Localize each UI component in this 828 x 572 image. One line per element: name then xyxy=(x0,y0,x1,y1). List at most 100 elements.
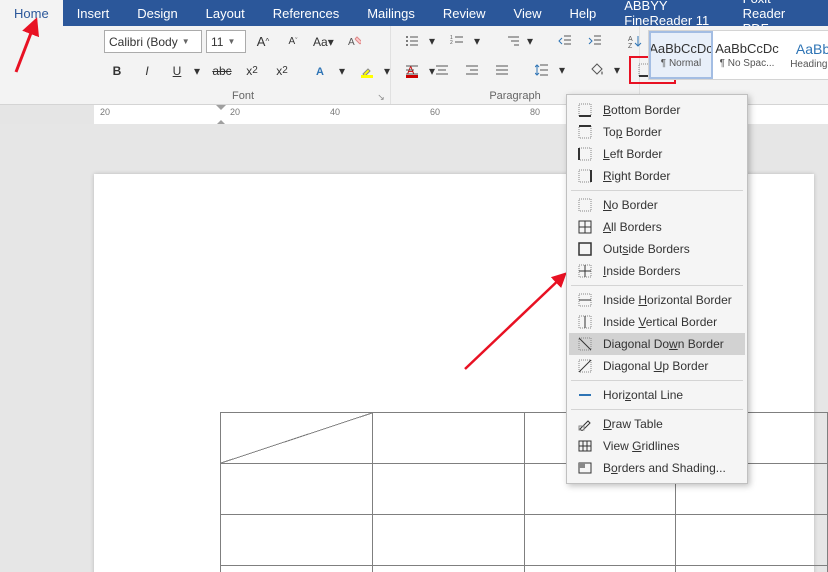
line-spacing-icon xyxy=(535,63,549,77)
menu-item-label: View Gridlines xyxy=(603,439,680,453)
menu-item-bottom[interactable]: Bottom Border xyxy=(569,99,745,121)
align-left-button[interactable] xyxy=(399,59,425,81)
shading-dropdown[interactable]: ▾ xyxy=(610,59,625,81)
superscript-button[interactable]: x2 xyxy=(269,60,295,82)
underline-dropdown[interactable]: ▾ xyxy=(190,60,205,82)
chevron-down-icon: ▾ xyxy=(384,64,390,78)
decrease-indent-button[interactable] xyxy=(552,30,578,52)
menu-item-ivert[interactable]: Inside Vertical Border xyxy=(569,311,745,333)
tab-help[interactable]: Help xyxy=(555,0,610,26)
table-cell[interactable] xyxy=(221,566,373,572)
menu-item-diagup[interactable]: Diagonal Up Border xyxy=(569,355,745,377)
menu-item-label: Inside Vertical Border xyxy=(603,315,717,329)
tab-layout[interactable]: Layout xyxy=(192,0,259,26)
tab-references[interactable]: References xyxy=(259,0,353,26)
italic-label: I xyxy=(145,64,148,78)
decrease-font-button[interactable]: Aˇ xyxy=(280,31,306,53)
numbering-dropdown[interactable]: ▾ xyxy=(470,30,485,52)
menu-item-all[interactable]: All Borders xyxy=(569,216,745,238)
align-center-button[interactable] xyxy=(429,59,455,81)
menu-item-ihoriz[interactable]: Inside Horizontal Border xyxy=(569,289,745,311)
tab-mailings[interactable]: Mailings xyxy=(353,0,429,26)
table-cell[interactable] xyxy=(676,515,828,566)
indent-marker-icon[interactable] xyxy=(216,105,226,125)
ruler-margin xyxy=(0,105,94,125)
numbering-icon xyxy=(450,34,464,48)
menu-item-right[interactable]: Right Border xyxy=(569,165,745,187)
tab-view[interactable]: View xyxy=(500,0,556,26)
font-dialog-launcher-icon[interactable]: ↘ xyxy=(376,92,386,102)
clear-formatting-button[interactable] xyxy=(341,31,367,53)
bullets-dropdown[interactable]: ▾ xyxy=(425,30,440,52)
strikethrough-button[interactable]: abc xyxy=(209,60,235,82)
menu-item-none[interactable]: No Border xyxy=(569,194,745,216)
multilevel-button[interactable] xyxy=(489,30,523,52)
clear-format-icon xyxy=(347,35,361,49)
table-cell[interactable] xyxy=(221,464,373,515)
tab-design[interactable]: Design xyxy=(123,0,191,26)
justify-button[interactable] xyxy=(489,59,515,81)
chevron-down-icon: ▾ xyxy=(328,35,334,49)
underline-button[interactable]: U xyxy=(164,60,190,82)
menu-item-draw[interactable]: Draw Table xyxy=(569,413,745,435)
bold-button[interactable]: B xyxy=(104,60,130,82)
change-case-button[interactable]: Aa▾ xyxy=(310,31,337,53)
diagup-border-icon xyxy=(577,358,593,374)
left-border-icon xyxy=(577,146,593,162)
tab-home[interactable]: Home xyxy=(0,0,63,26)
top-border-icon xyxy=(577,124,593,140)
menu-item-diagdown[interactable]: Diagonal Down Border xyxy=(569,333,745,355)
right-border-icon xyxy=(577,168,593,184)
line-spacing-button[interactable] xyxy=(529,59,555,81)
font-size-value: 11 xyxy=(211,35,223,49)
menu-item-label: Bottom Border xyxy=(603,103,680,117)
tab-insert[interactable]: Insert xyxy=(63,0,124,26)
bold-label: B xyxy=(113,64,122,78)
menu-item-left[interactable]: Left Border xyxy=(569,143,745,165)
bottom-border-icon xyxy=(577,102,593,118)
tab-abbyy-finereader-11[interactable]: ABBYY FineReader 11 xyxy=(610,0,728,26)
multilevel-dropdown[interactable]: ▾ xyxy=(523,30,538,52)
table-cell[interactable] xyxy=(372,515,524,566)
text-effects-button[interactable] xyxy=(309,60,335,82)
menu-item-hline[interactable]: Horizontal Line xyxy=(569,384,745,406)
font-group: Calibri (Body▼ 11▼ A^ Aˇ Aa▾ B I U▾ abc … xyxy=(96,26,391,104)
table-cell[interactable] xyxy=(221,515,373,566)
table-cell[interactable] xyxy=(676,566,828,572)
increase-indent-button[interactable] xyxy=(582,30,608,52)
table-cell-diagonal[interactable] xyxy=(221,413,373,464)
chevron-down-icon: ▾ xyxy=(474,34,480,48)
ivert-border-icon xyxy=(577,314,593,330)
styles-gallery[interactable]: AaBbCcDc¶ Normal AaBbCcDc¶ No Spac... Aa… xyxy=(648,30,828,80)
bullets-button[interactable] xyxy=(399,30,425,52)
table-cell[interactable] xyxy=(372,413,524,464)
numbering-button[interactable] xyxy=(444,30,470,52)
tab-review[interactable]: Review xyxy=(429,0,500,26)
line-spacing-dropdown[interactable]: ▾ xyxy=(555,59,570,81)
table-cell[interactable] xyxy=(524,566,676,572)
increase-font-button[interactable]: A^ xyxy=(250,31,276,53)
text-effects-dropdown[interactable]: ▾ xyxy=(335,60,350,82)
shading-button[interactable] xyxy=(584,59,610,81)
style-heading1[interactable]: AaBbHeading 1 xyxy=(783,33,828,77)
align-right-button[interactable] xyxy=(459,59,485,81)
subscript-button[interactable]: x2 xyxy=(239,60,265,82)
font-family-combo[interactable]: Calibri (Body▼ xyxy=(104,30,202,53)
menu-item-grid[interactable]: View Gridlines xyxy=(569,435,745,457)
italic-button[interactable]: I xyxy=(134,60,160,82)
highlight-button[interactable] xyxy=(354,60,380,82)
style-no-spacing[interactable]: AaBbCcDc¶ No Spac... xyxy=(717,33,777,77)
menu-item-outside[interactable]: Outside Borders xyxy=(569,238,745,260)
table-cell[interactable] xyxy=(372,464,524,515)
table-cell[interactable] xyxy=(524,515,676,566)
strike-label: abc xyxy=(212,64,231,78)
tab-foxit-reader-pdf[interactable]: Foxit Reader PDF xyxy=(729,0,828,26)
table-cell[interactable] xyxy=(372,566,524,572)
menu-item-shading[interactable]: Borders and Shading... xyxy=(569,457,745,479)
menu-item-inside[interactable]: Inside Borders xyxy=(569,260,745,282)
table-row[interactable] xyxy=(221,566,828,572)
table-row[interactable] xyxy=(221,515,828,566)
style-normal[interactable]: AaBbCcDc¶ Normal xyxy=(651,33,711,77)
menu-item-top[interactable]: Top Border xyxy=(569,121,745,143)
font-size-combo[interactable]: 11▼ xyxy=(206,30,246,53)
